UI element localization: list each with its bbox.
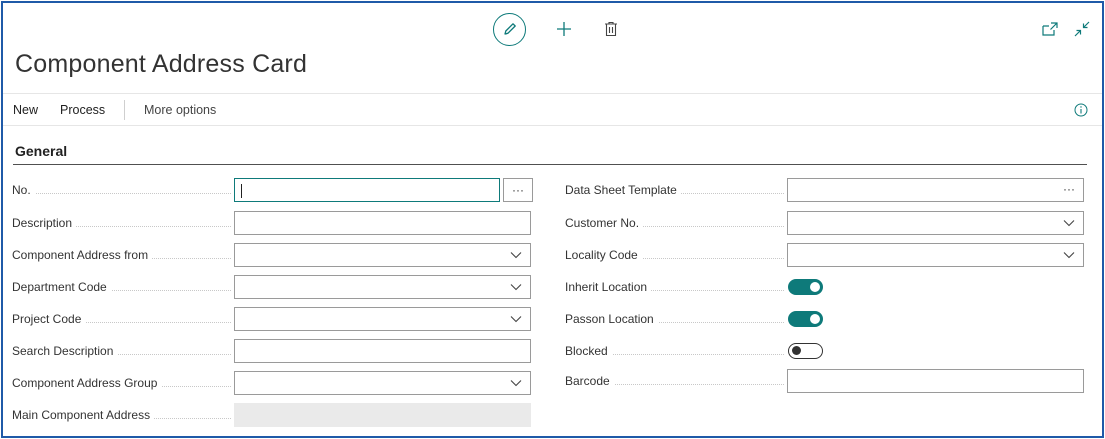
field-label: Data Sheet Template [565,183,681,197]
department-code-select[interactable] [234,275,531,299]
collapse-icon [1074,21,1090,37]
field-label: Inherit Location [565,280,652,294]
field-blocked: Blocked [565,339,1085,363]
field-label: Locality Code [565,248,642,262]
blocked-toggle[interactable] [788,343,823,359]
menu-separator [124,100,125,120]
main-component-address-readonly [234,403,531,427]
field-label: Main Component Address [12,408,155,422]
page-frame: Component Address Card New Process More … [1,1,1104,438]
field-passon-location: Passon Location [565,307,1085,331]
field-department-code: Department Code [12,275,532,299]
search-description-input[interactable] [234,339,531,363]
chevron-down-icon [510,316,522,323]
field-locality-code: Locality Code [565,243,1085,267]
locality-code-select[interactable] [787,243,1084,267]
chevron-down-icon [510,252,522,259]
trash-icon [605,21,617,37]
barcode-input[interactable] [787,369,1084,393]
toggle-knob [792,346,801,355]
field-description: Description [12,211,532,235]
info-icon [1074,103,1088,117]
field-label: Component Address Group [12,376,162,390]
menu-process[interactable]: Process [60,103,105,117]
top-action-bar [493,12,618,46]
window-actions [1042,21,1090,42]
field-no: No. ··· [12,178,533,202]
field-label: Customer No. [565,216,644,230]
field-customer-no: Customer No. [565,211,1085,235]
chevron-down-icon [1063,252,1075,259]
menu-more-options[interactable]: More options [144,103,216,117]
component-address-group-select[interactable] [234,371,531,395]
no-input[interactable] [234,178,500,202]
data-sheet-template-input[interactable]: ··· [787,178,1084,202]
field-search-description: Search Description [12,339,532,363]
customer-no-select[interactable] [787,211,1084,235]
project-code-select[interactable] [234,307,531,331]
field-component-address-from: Component Address from [12,243,532,267]
field-label: Search Description [12,344,118,358]
field-label: Blocked [565,344,612,358]
data-sheet-template-assist[interactable]: ··· [1063,182,1075,196]
action-menu-bar: New Process More options [3,93,1102,126]
new-record-button[interactable] [554,19,574,39]
passon-location-toggle[interactable] [788,311,823,327]
field-main-component-address: Main Component Address [12,403,532,427]
chevron-down-icon [510,380,522,387]
chevron-down-icon [1063,220,1075,227]
no-assist-button[interactable]: ··· [503,178,533,202]
page-title: Component Address Card [15,50,308,78]
field-component-address-group: Component Address Group [12,371,532,395]
section-general-title[interactable]: General [15,143,67,159]
field-barcode: Barcode [565,369,1085,393]
field-label: Description [12,216,77,230]
toggle-knob [810,282,820,292]
plus-icon [557,22,571,36]
edit-button[interactable] [493,12,526,46]
info-button[interactable] [1074,103,1088,122]
open-new-window-button[interactable] [1042,22,1058,41]
collapse-button[interactable] [1074,21,1090,42]
edit-pencil-icon [503,23,516,35]
menu-new[interactable]: New [13,103,38,117]
field-inherit-location: Inherit Location [565,275,1085,299]
chevron-down-icon [510,284,522,291]
description-input[interactable] [234,211,531,235]
text-caret [241,184,242,198]
field-label: Project Code [12,312,86,326]
inherit-location-toggle[interactable] [788,279,823,295]
field-label: No. [12,183,35,197]
field-label: Barcode [565,374,614,388]
open-new-window-icon [1042,22,1058,36]
delete-button[interactable] [604,20,618,38]
leader-dots [12,192,231,194]
toggle-knob [810,314,820,324]
field-label: Passon Location [565,312,658,326]
field-label: Department Code [12,280,111,294]
section-divider [13,164,1087,165]
component-address-from-select[interactable] [234,243,531,267]
field-label: Component Address from [12,248,153,262]
field-data-sheet-template: Data Sheet Template ··· [565,178,1085,202]
field-project-code: Project Code [12,307,532,331]
